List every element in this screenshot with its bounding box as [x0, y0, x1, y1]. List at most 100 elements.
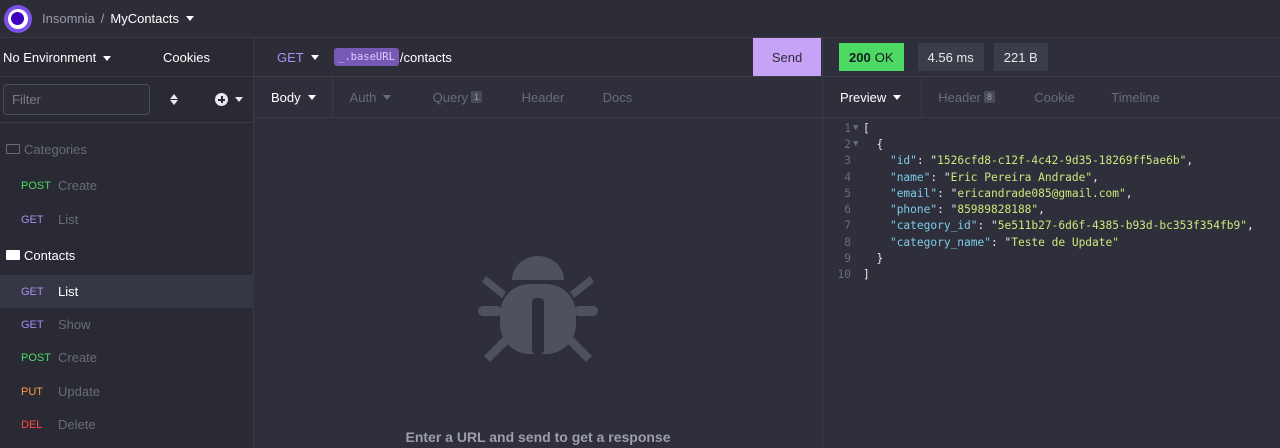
tab-response-header[interactable]: Header 8 — [922, 77, 1034, 117]
folder-contacts[interactable]: Contacts — [0, 240, 254, 270]
method-badge: DEL — [21, 418, 43, 431]
url-variable-tag[interactable]: _.baseURL — [334, 48, 399, 66]
tab-label: Timeline — [1111, 89, 1160, 105]
tab-body[interactable]: Body — [254, 77, 333, 117]
breadcrumb: Insomnia / MyContacts — [42, 11, 195, 26]
response-time: 4.56 ms — [917, 43, 984, 71]
tab-auth[interactable]: Auth — [333, 77, 433, 117]
tab-preview[interactable]: Preview — [823, 77, 923, 117]
sidebar-request-contacts-delete[interactable]: DEL Delete — [0, 408, 254, 441]
request-name: Show — [58, 317, 91, 332]
code-line: 2 ▼ { — [823, 136, 1280, 152]
chevron-down-icon — [307, 94, 316, 100]
method-selector[interactable]: GET — [277, 50, 334, 65]
tab-label: Preview — [840, 89, 887, 105]
line-number: 1 — [844, 121, 851, 135]
line-number: 3 — [844, 154, 851, 168]
insomnia-logo-icon[interactable] — [4, 4, 32, 33]
app-name[interactable]: Insomnia — [42, 11, 95, 26]
request-tabs: Body Auth Query 1 Header Docs — [254, 77, 822, 118]
json-value-phone: 85989828188 — [957, 203, 1032, 217]
plus-circle-icon — [215, 93, 228, 106]
chevron-down-icon — [383, 94, 392, 100]
json-value-name: Eric Pereira Andrade — [950, 170, 1086, 184]
method-badge: PUT — [21, 385, 43, 398]
method-badge: GET — [21, 213, 44, 226]
request-name: Create — [58, 178, 98, 193]
chevron-down-icon — [893, 94, 902, 100]
json-value-id: 1526cfd8-c12f-4c42-9d35-18269ff5ae6b — [937, 154, 1180, 168]
folder-label: Contacts — [24, 247, 76, 263]
response-tabs: Preview Header 8 Cookie Timeline — [823, 77, 1280, 118]
status-code: 200 — [849, 49, 871, 65]
breadcrumb-separator: / — [100, 11, 105, 26]
tab-cookie[interactable]: Cookie — [1034, 77, 1111, 117]
tab-query[interactable]: Query 1 — [433, 77, 522, 117]
chevron-down-icon — [310, 54, 319, 60]
sidebar-request-categories-create[interactable]: POST Create — [0, 169, 254, 202]
sidebar-request-contacts-create[interactable]: POST Create — [0, 341, 254, 374]
line-number: 6 — [844, 203, 851, 217]
tab-label: Cookie — [1034, 89, 1075, 105]
code-line: 3 "id": " 1526cfd8-c12f-4c42-9d35-18269ff… — [823, 153, 1280, 169]
tab-label: Header — [521, 89, 565, 105]
status-badge: 200 OK — [839, 43, 904, 71]
bug-icon — [478, 256, 598, 362]
chevron-down-icon — [235, 97, 243, 102]
add-item-button[interactable] — [215, 93, 243, 106]
sidebar: No Environment Cookies Filter Categories… — [0, 38, 254, 448]
header-count-badge: 8 — [983, 91, 995, 103]
code-line: 6 "phone": " 85989828188 ", — [823, 201, 1280, 217]
project-name[interactable]: MyContacts — [110, 11, 179, 26]
chevron-down-icon[interactable] — [186, 16, 195, 21]
environment-selector[interactable]: No Environment — [3, 50, 153, 65]
line-number: 5 — [844, 186, 851, 200]
tab-label: Query — [432, 89, 469, 105]
tab-timeline[interactable]: Timeline — [1111, 77, 1160, 117]
code-line: 10] — [823, 267, 1280, 283]
empty-state-message: Enter a URL and send to get a response — [405, 429, 671, 445]
tab-label: Header — [938, 89, 981, 105]
chevron-down-icon — [103, 55, 112, 61]
request-name: List — [58, 212, 79, 227]
code-line: 9 } — [823, 250, 1280, 266]
folder-categories[interactable]: Categories — [0, 134, 254, 164]
cookies-button[interactable]: Cookies — [163, 50, 210, 65]
folder-icon — [6, 250, 20, 260]
line-number: 8 — [844, 235, 851, 249]
url-bar: GET _.baseURL /contacts Send — [254, 38, 822, 77]
method-badge: GET — [21, 318, 44, 331]
fold-arrow-icon[interactable]: ▼ — [851, 123, 863, 133]
code-line: 8 "category_name": " Teste de Update " — [823, 234, 1280, 250]
url-input[interactable]: _.baseURL /contacts — [334, 48, 452, 66]
line-number: 9 — [844, 252, 851, 266]
response-preview[interactable]: 1 ▼[ 2 ▼ { 3 "id": " 1526cfd8-c12f-4c42-9d3… — [823, 120, 1280, 283]
response-size: 221 B — [993, 43, 1048, 71]
filter-input[interactable]: Filter — [3, 84, 150, 115]
fold-arrow-icon[interactable]: ▼ — [851, 139, 863, 149]
json-value-category-id: 5e511b27-6d6f-4385-b93d-bc353f354fb9 — [997, 219, 1241, 233]
status-text: OK — [874, 49, 894, 65]
json-value-category-name: Teste de Update — [1011, 235, 1113, 249]
sidebar-request-contacts-update[interactable]: PUT Update — [0, 375, 254, 408]
line-number: 10 — [837, 268, 851, 282]
code-line: 1 ▼[ — [823, 120, 1280, 136]
method-badge: POST — [21, 179, 51, 192]
tab-header[interactable]: Header — [522, 77, 603, 117]
send-button[interactable]: Send — [753, 38, 821, 76]
sort-icon[interactable] — [168, 94, 180, 105]
tab-label: Body — [271, 89, 301, 105]
code-line: 4 "name": " Eric Pereira Andrade ", — [823, 169, 1280, 185]
line-number: 2 — [844, 137, 851, 151]
request-name: Update — [58, 384, 100, 399]
code-line: 5 "email": " ericandrade085@gmail.com ", — [823, 185, 1280, 201]
line-number: 4 — [844, 170, 851, 184]
sidebar-request-contacts-show[interactable]: GET Show — [0, 308, 254, 341]
tab-docs[interactable]: Docs — [603, 77, 633, 117]
method-badge: GET — [21, 285, 44, 298]
sidebar-request-contacts-list[interactable]: GET List — [0, 275, 254, 308]
sidebar-request-categories-list[interactable]: GET List — [0, 203, 254, 236]
folder-label: Categories — [24, 141, 87, 157]
request-name: Delete — [58, 417, 96, 432]
tab-label: Auth — [349, 89, 377, 105]
